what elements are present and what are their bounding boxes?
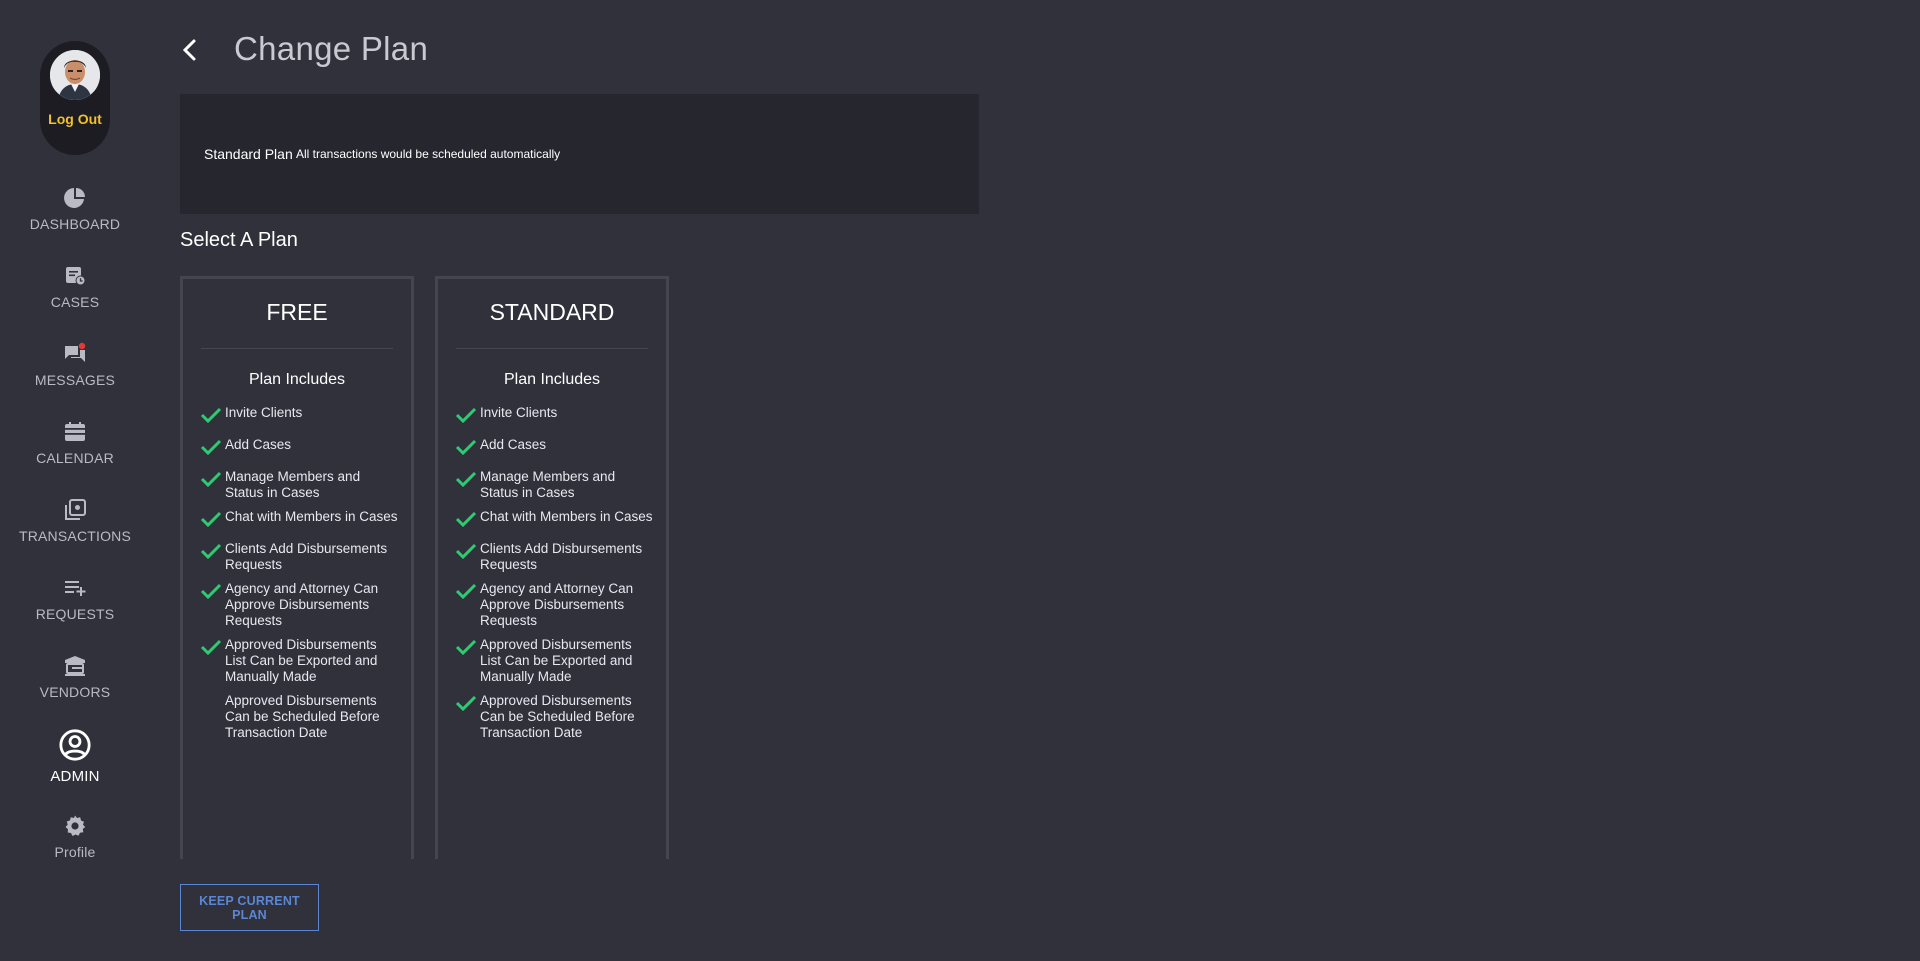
check-icon [200, 471, 222, 488]
feature-list: Invite Clients Add Cases Manage Members … [200, 405, 400, 749]
feature-item: Agency and Attorney Can Approve Disburse… [455, 581, 655, 629]
avatar[interactable] [50, 50, 100, 100]
sidebar-item-profile[interactable]: Profile [0, 814, 150, 860]
sidebar-item-messages[interactable]: MESSAGES [0, 342, 150, 388]
calendar-icon [65, 422, 85, 441]
sidebar-item-label: VENDORS [39, 684, 111, 700]
feature-item: Add Cases [455, 437, 655, 456]
sidebar-item-vendors[interactable]: VENDORS [0, 654, 150, 700]
check-icon [455, 695, 477, 712]
current-plan-banner: Standard Plan All transactions would be … [180, 94, 979, 214]
sidebar-item-label: ADMIN [50, 768, 100, 785]
sidebar-item-admin[interactable]: ADMIN [0, 728, 150, 785]
sidebar-item-transactions[interactable]: TRANSACTIONS [0, 498, 150, 544]
feature-item: Invite Clients [200, 405, 400, 424]
plan-card-free[interactable]: FREE Plan Includes Invite Clients Add Ca… [180, 276, 414, 859]
sidebar-item-dashboard[interactable]: DASHBOARD [0, 186, 150, 232]
current-plan-description: All transactions would be scheduled auto… [296, 147, 561, 161]
plan-name: FREE [266, 299, 328, 325]
playlist-add-icon [65, 581, 86, 596]
cases-icon [66, 267, 86, 286]
plan-name: STANDARD [489, 299, 615, 325]
feature-item: Approved Disbursements List Can be Expor… [200, 637, 400, 685]
check-icon [200, 407, 222, 424]
sidebar-item-label: TRANSACTIONS [18, 528, 132, 544]
sidebar-item-label: Profile [54, 844, 96, 860]
sidebar-item-label: CALENDAR [36, 450, 114, 466]
sidebar-item-requests[interactable]: REQUESTS [0, 576, 150, 622]
feature-item: Chat with Members in Cases [200, 509, 400, 528]
gear-icon [65, 815, 86, 836]
check-icon [455, 407, 477, 424]
plan-includes-label: Plan Includes [248, 371, 346, 388]
sidebar-item-label: MESSAGES [34, 372, 116, 388]
feature-item: Approved Disbursements List Can be Expor… [455, 637, 655, 685]
page-title: Change Plan [234, 30, 429, 67]
divider [201, 348, 393, 349]
chat-icon [65, 342, 86, 362]
sidebar-item-cases[interactable]: CASES [0, 264, 150, 310]
check-icon [455, 639, 477, 656]
check-icon [455, 511, 477, 528]
check-icon [200, 511, 222, 528]
vendors-icon [65, 656, 85, 676]
sidebar-item-label: REQUESTS [35, 606, 115, 622]
check-icon [455, 543, 477, 560]
check-icon [200, 639, 222, 656]
check-icon [200, 543, 222, 560]
check-icon [200, 583, 222, 600]
pie-chart-icon [64, 188, 85, 208]
back-button[interactable] [178, 34, 202, 66]
feature-item: Approved Disbursements Can be Scheduled … [455, 693, 655, 741]
account-circle-icon [59, 729, 91, 761]
check-icon [455, 583, 477, 600]
sidebar-item-label: DASHBOARD [29, 216, 121, 232]
logout-button[interactable]: Log Out [40, 111, 110, 127]
divider [456, 348, 648, 349]
keep-current-plan-button[interactable]: KEEP CURRENT PLAN [180, 884, 319, 931]
check-icon [455, 439, 477, 456]
feature-item: Agency and Attorney Can Approve Disburse… [200, 581, 400, 629]
transactions-icon [65, 499, 86, 520]
chevron-left-icon [182, 39, 196, 61]
feature-item: Add Cases [200, 437, 400, 456]
feature-item: Invite Clients [455, 405, 655, 424]
plan-includes-label: Plan Includes [503, 371, 601, 388]
feature-item: Manage Members and Status in Cases [455, 469, 655, 501]
sidebar-item-label: CASES [50, 294, 100, 310]
profile-card: Log Out [40, 41, 110, 155]
sidebar-item-calendar[interactable]: CALENDAR [0, 420, 150, 466]
feature-item-not-included: Approved Disbursements Can be Scheduled … [225, 693, 380, 740]
check-icon [455, 471, 477, 488]
feature-item: Chat with Members in Cases [455, 509, 655, 528]
feature-item: Manage Members and Status in Cases [200, 469, 400, 501]
feature-item: Clients Add Disbursements Requests [200, 541, 400, 573]
plan-card-standard[interactable]: STANDARD Plan Includes Invite Clients Ad… [435, 276, 669, 859]
feature-item: Clients Add Disbursements Requests [455, 541, 655, 573]
feature-list: Invite Clients Add Cases Manage Members … [455, 405, 655, 749]
select-plan-heading: Select A Plan [180, 229, 298, 251]
current-plan-name: Standard Plan [204, 146, 293, 162]
sidebar: Log Out DASHBOARD CASES MESSAGES CALENDA… [0, 0, 150, 961]
check-icon [200, 439, 222, 456]
